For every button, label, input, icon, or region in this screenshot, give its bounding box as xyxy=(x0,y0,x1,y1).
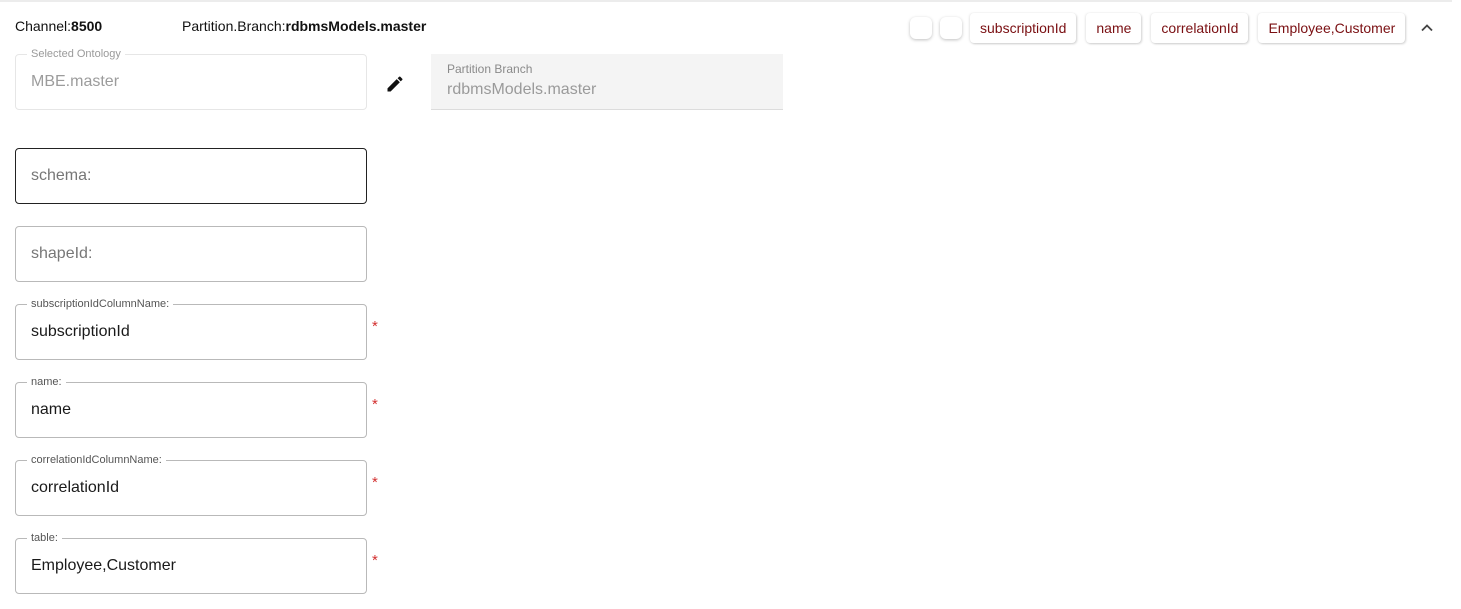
edit-ontology-button[interactable] xyxy=(385,74,405,94)
name-value: name xyxy=(31,401,72,418)
channel-info: Channel:8500 xyxy=(15,18,102,34)
required-indicator: * xyxy=(372,474,378,491)
chip-name[interactable]: name xyxy=(1086,13,1142,43)
channel-value: 8500 xyxy=(71,18,103,34)
table-input[interactable]: table: Employee,Customer xyxy=(15,532,367,594)
schema-placeholder: schema: xyxy=(31,167,92,184)
chip-correlationid[interactable]: correlationId xyxy=(1151,13,1249,43)
selected-ontology-label: Selected Ontology xyxy=(27,48,125,60)
top-divider xyxy=(0,0,1452,2)
collapse-button[interactable] xyxy=(1417,18,1437,38)
partition-branch-value: rdbmsModels.master xyxy=(447,81,597,98)
name-input[interactable]: name: name xyxy=(15,376,367,438)
filter-chips: subscriptionId name correlationId Employ… xyxy=(910,13,1437,43)
pencil-icon xyxy=(387,76,403,92)
branch-label: Partition.Branch: xyxy=(182,18,286,34)
selected-ontology-value: MBE.master xyxy=(31,73,120,90)
chevron-up-icon xyxy=(1421,24,1433,32)
correlationid-column-input[interactable]: correlationIdColumnName: correlationId xyxy=(15,454,367,516)
shapeid-placeholder: shapeId: xyxy=(31,245,93,262)
partition-branch-field: Partition Branch rdbmsModels.master xyxy=(431,54,783,110)
table-label: table: xyxy=(27,532,62,544)
required-indicator: * xyxy=(372,318,378,335)
required-indicator: * xyxy=(372,552,378,569)
branch-value: rdbmsModels.master xyxy=(285,18,427,34)
name-label: name: xyxy=(27,376,66,388)
subscriptionid-column-value: subscriptionId xyxy=(31,323,130,340)
schema-input[interactable]: schema: xyxy=(15,148,367,204)
selected-ontology-field: Selected Ontology MBE.master xyxy=(15,48,367,110)
subscriptionid-column-label: subscriptionIdColumnName: xyxy=(27,298,174,310)
partition-branch-label: Partition Branch xyxy=(447,62,533,76)
partition-branch-info: Partition.Branch:rdbmsModels.master xyxy=(182,18,426,34)
correlationid-column-label: correlationIdColumnName: xyxy=(27,454,166,466)
subscriptionid-column-input[interactable]: subscriptionIdColumnName: subscriptionId xyxy=(15,298,367,360)
correlationid-column-value: correlationId xyxy=(31,479,120,496)
table-value: Employee,Customer xyxy=(31,557,176,574)
empty-chip[interactable] xyxy=(910,17,932,39)
empty-chip[interactable] xyxy=(940,17,962,39)
required-indicator: * xyxy=(372,396,378,413)
chip-subscriptionid[interactable]: subscriptionId xyxy=(970,13,1077,43)
chip-table[interactable]: Employee,Customer xyxy=(1258,13,1406,43)
shapeid-input[interactable]: shapeId: xyxy=(15,226,367,282)
channel-label: Channel: xyxy=(15,18,72,34)
